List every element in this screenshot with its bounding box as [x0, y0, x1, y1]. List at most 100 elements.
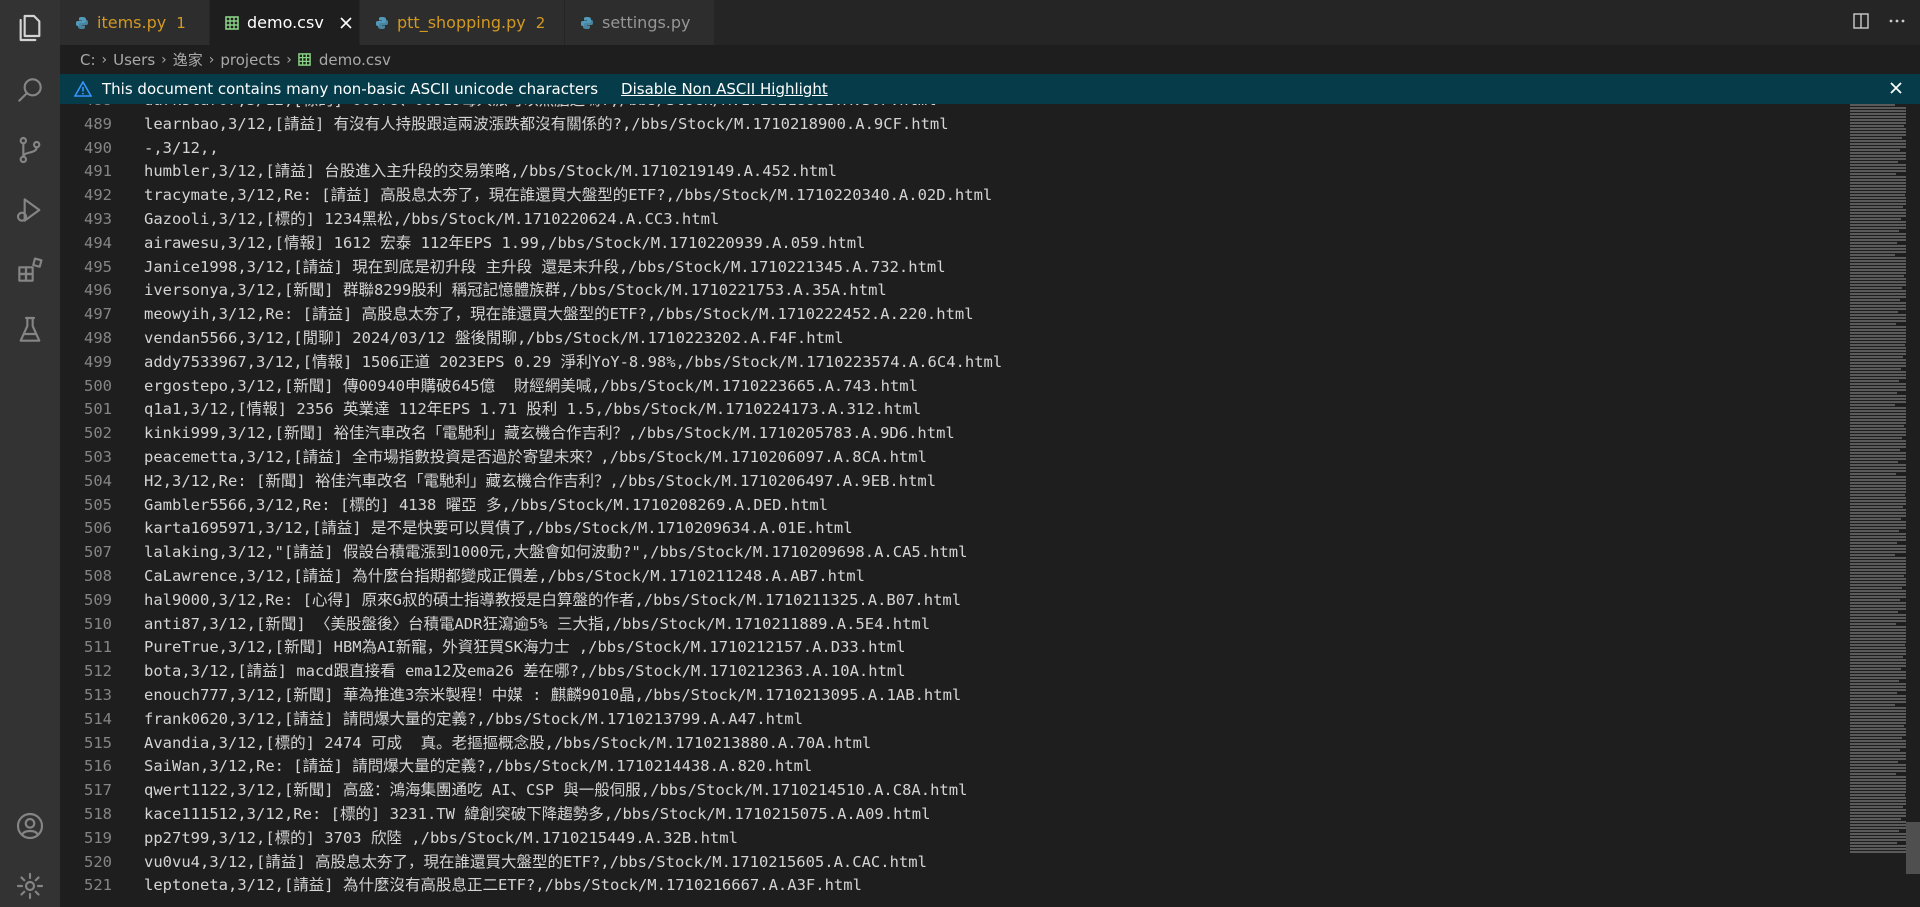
- minimap-line: [1850, 701, 1908, 703]
- minimap-line: [1850, 380, 1899, 382]
- line-text[interactable]: kace111512,3/12,Re: [標的] 3231.TW 緯創突破下降趨…: [144, 803, 930, 827]
- line-text[interactable]: Gazooli,3/12,[標的] 1234黑松,/bbs/Stock/M.17…: [144, 208, 719, 232]
- line-text[interactable]: hal9000,3/12,Re: [心得] 原來G叔的碩士指導教授是白算盤的作者…: [144, 589, 961, 613]
- line-text[interactable]: bota,3/12,[請益] macd跟直接看 ema12及ema26 差在哪?…: [144, 660, 906, 684]
- line-text[interactable]: q1a1,3/12,[情報] 2356 英業達 112年EPS 1.71 股利 …: [144, 398, 921, 422]
- code-editor[interactable]: 488 darkstar07,3/12,[標的] 00878、00919每人派可以…: [60, 104, 1920, 907]
- explorer-icon[interactable]: [12, 10, 48, 46]
- code-line[interactable]: 504 H2,3/12,Re: [新聞] 裕佳汽車改名「電馳利」藏玄機合作吉利？,…: [60, 470, 1780, 494]
- code-line[interactable]: 499 addy7533967,3/12,[情報] 1506正道 2023EPS …: [60, 351, 1780, 375]
- code-line[interactable]: 500 ergostepo,3/12,[新聞] 傳00940申購破645億 財經網…: [60, 375, 1780, 399]
- close-tab-icon[interactable]: [338, 15, 354, 31]
- code-line[interactable]: 514 frank0620,3/12,[請益] 請問爆大量的定義?,/bbs/St…: [60, 708, 1780, 732]
- line-text[interactable]: enouch777,3/12,[新聞] 華為推進3奈米製程！中媒 : 麒麟901…: [144, 684, 961, 708]
- line-text[interactable]: SaiWan,3/12,Re: [請益] 請問爆大量的定義?,/bbs/Stoc…: [144, 755, 812, 779]
- line-text[interactable]: anti87,3/12,[新聞] 〈美股盤後〉台積電ADR狂瀉逾5% 三大指,/…: [144, 613, 930, 637]
- line-text[interactable]: vendan5566,3/12,[閒聊] 2024/03/12 盤後閒聊,/bb…: [144, 327, 844, 351]
- code-line[interactable]: 494 airawesu,3/12,[情報] 1612 宏泰 112年EPS 1.…: [60, 232, 1780, 256]
- code-line[interactable]: 497 meowyih,3/12,Re: [請益] 高股息太夯了，現在誰還買大盤型…: [60, 303, 1780, 327]
- code-line[interactable]: 501 q1a1,3/12,[情報] 2356 英業達 112年EPS 1.71 …: [60, 398, 1780, 422]
- code-line[interactable]: 503 peacemetta,3/12,[請益] 全市場指數投資是否過於寄望未來？…: [60, 446, 1780, 470]
- code-line[interactable]: 519 pp27t99,3/12,[標的] 3703 欣陸 ,/bbs/Stock…: [60, 827, 1780, 851]
- source-control-icon[interactable]: [12, 132, 48, 168]
- line-text[interactable]: H2,3/12,Re: [新聞] 裕佳汽車改名「電馳利」藏玄機合作吉利？,/bb…: [144, 470, 936, 494]
- code-line[interactable]: 505 Gambler5566,3/12,Re: [標的] 4138 曜亞 多,/…: [60, 494, 1780, 518]
- tab-items-py[interactable]: items.py 1: [60, 0, 210, 45]
- code-line[interactable]: 520 vu0vu4,3/12,[請益] 高股息太夯了，現在誰還買大盤型的ETF?…: [60, 851, 1780, 875]
- breadcrumb-file[interactable]: demo.csv: [319, 51, 391, 69]
- line-text[interactable]: qwert1122,3/12,[新聞] 高盛：鴻海集團通吃 AI、CSP 與一般…: [144, 779, 967, 803]
- disable-highlight-link[interactable]: Disable Non ASCII Highlight: [621, 80, 828, 98]
- code-line[interactable]: 496 iversonya,3/12,[新聞] 群聯8299股利 稱冠記憶體族群,…: [60, 279, 1780, 303]
- scrollbar-thumb[interactable]: [1906, 822, 1920, 874]
- search-icon[interactable]: [12, 72, 48, 108]
- line-number: 490: [84, 138, 112, 157]
- line-text[interactable]: humbler,3/12,[請益] 台股進入主升段的交易策略,/bbs/Stoc…: [144, 160, 837, 184]
- account-icon[interactable]: [12, 808, 48, 844]
- code-line[interactable]: 490 -,3/12,,: [60, 137, 1780, 161]
- line-text[interactable]: lalaking,3/12,"[請益] 假設台積電漲到1000元,大盤會如何波動…: [144, 541, 967, 565]
- line-text[interactable]: addy7533967,3/12,[情報] 1506正道 2023EPS 0.2…: [144, 351, 1002, 375]
- line-text[interactable]: Gambler5566,3/12,Re: [標的] 4138 曜亞 多,/bbs…: [144, 494, 828, 518]
- line-text[interactable]: tracymate,3/12,Re: [請益] 高股息太夯了，現在誰還買大盤型的…: [144, 184, 992, 208]
- code-line[interactable]: 517 qwert1122,3/12,[新聞] 高盛：鴻海集團通吃 AI、CSP …: [60, 779, 1780, 803]
- extensions-icon[interactable]: [12, 252, 48, 288]
- code-line[interactable]: 509 hal9000,3/12,Re: [心得] 原來G叔的碩士指導教授是白算盤…: [60, 589, 1780, 613]
- code-line[interactable]: 492 tracymate,3/12,Re: [請益] 高股息太夯了，現在誰還買大…: [60, 184, 1780, 208]
- code-line[interactable]: 507 lalaking,3/12,"[請益] 假設台積電漲到1000元,大盤會如…: [60, 541, 1780, 565]
- minimap-line: [1850, 692, 1897, 694]
- line-text[interactable]: pp27t99,3/12,[標的] 3703 欣陸 ,/bbs/Stock/M.…: [144, 827, 738, 851]
- line-text[interactable]: peacemetta,3/12,[請益] 全市場指數投資是否過於寄望未來？,/b…: [144, 446, 927, 470]
- code-line[interactable]: 502 kinki999,3/12,[新聞] 裕佳汽車改名「電馳利」藏玄機合作吉利…: [60, 422, 1780, 446]
- code-line[interactable]: 506 karta1695971,3/12,[請益] 是不是快要可以買債了,/bb…: [60, 517, 1780, 541]
- tab-demo-csv[interactable]: demo.csv: [210, 0, 360, 45]
- code-line[interactable]: 516 SaiWan,3/12,Re: [請益] 請問爆大量的定義?,/bbs/S…: [60, 755, 1780, 779]
- line-text[interactable]: frank0620,3/12,[請益] 請問爆大量的定義?,/bbs/Stock…: [144, 708, 803, 732]
- tab-ptt-shopping-py[interactable]: ptt_shopping.py 2: [360, 0, 565, 45]
- code-line[interactable]: 511 PureTrue,3/12,[新聞] HBM為AI新寵，外資狂買SK海力士…: [60, 636, 1780, 660]
- line-text[interactable]: learnbao,3/12,[請益] 有沒有人持股跟這兩波漲跌都沒有關係的?,/…: [144, 113, 949, 137]
- code-line[interactable]: 521 leptoneta,3/12,[請益] 為什麼沒有高股息正二ETF?,/b…: [60, 874, 1780, 898]
- minimap-line: [1850, 782, 1907, 784]
- line-text[interactable]: PureTrue,3/12,[新聞] HBM為AI新寵，外資狂買SK海力士 ,/…: [144, 636, 905, 660]
- line-text[interactable]: darkstar07,3/12,[標的] 00878、00919每人派可以無腦進…: [144, 104, 937, 113]
- more-actions-icon[interactable]: [1888, 12, 1906, 34]
- code-line[interactable]: 495 Janice1998,3/12,[請益] 現在到底是初升段 主升段 還是末…: [60, 256, 1780, 280]
- line-text[interactable]: Janice1998,3/12,[請益] 現在到底是初升段 主升段 還是末升段,…: [144, 256, 946, 280]
- vertical-scrollbar[interactable]: [1906, 104, 1920, 907]
- line-text[interactable]: airawesu,3/12,[情報] 1612 宏泰 112年EPS 1.99,…: [144, 232, 865, 256]
- code-line[interactable]: 488 darkstar07,3/12,[標的] 00878、00919每人派可以…: [60, 104, 1780, 113]
- line-text[interactable]: CaLawrence,3/12,[請益] 為什麼台指期都變成正價差,/bbs/S…: [144, 565, 865, 589]
- run-debug-icon[interactable]: [12, 192, 48, 228]
- breadcrumb-folder[interactable]: projects: [220, 51, 280, 69]
- breadcrumb-users[interactable]: Users: [113, 51, 155, 69]
- line-text[interactable]: leptoneta,3/12,[請益] 為什麼沒有高股息正二ETF?,/bbs/…: [144, 874, 862, 898]
- code-line[interactable]: 489 learnbao,3/12,[請益] 有沒有人持股跟這兩波漲跌都沒有關係的…: [60, 113, 1780, 137]
- testing-icon[interactable]: [12, 312, 48, 348]
- code-line[interactable]: 513 enouch777,3/12,[新聞] 華為推進3奈米製程！中媒 : 麒麟…: [60, 684, 1780, 708]
- line-text[interactable]: vu0vu4,3/12,[請益] 高股息太夯了，現在誰還買大盤型的ETF?,/b…: [144, 851, 927, 875]
- settings-gear-icon[interactable]: [12, 868, 48, 904]
- close-banner-icon[interactable]: [1888, 80, 1904, 100]
- breadcrumb-user[interactable]: 逸家: [173, 49, 203, 70]
- minimap-line: [1850, 737, 1902, 739]
- split-editor-icon[interactable]: [1852, 12, 1870, 34]
- code-line[interactable]: 515 Avandia,3/12,[標的] 2474 可成 真。老摳摳概念股,/b…: [60, 732, 1780, 756]
- minimap-line: [1850, 551, 1908, 553]
- code-line[interactable]: 512 bota,3/12,[請益] macd跟直接看 ema12及ema26 差…: [60, 660, 1780, 684]
- line-text[interactable]: kinki999,3/12,[新聞] 裕佳汽車改名「電馳利」藏玄機合作吉利？,/…: [144, 422, 955, 446]
- line-text[interactable]: -,3/12,,: [144, 137, 219, 161]
- code-line[interactable]: 493 Gazooli,3/12,[標的] 1234黑松,/bbs/Stock/M…: [60, 208, 1780, 232]
- line-text[interactable]: iversonya,3/12,[新聞] 群聯8299股利 稱冠記憶體族群,/bb…: [144, 279, 887, 303]
- breadcrumb-drive[interactable]: C:: [80, 51, 96, 69]
- code-line[interactable]: 491 humbler,3/12,[請益] 台股進入主升段的交易策略,/bbs/S…: [60, 160, 1780, 184]
- line-text[interactable]: meowyih,3/12,Re: [請益] 高股息太夯了，現在誰還買大盤型的ET…: [144, 303, 974, 327]
- tab-settings-py[interactable]: settings.py: [565, 0, 715, 45]
- code-line[interactable]: 498 vendan5566,3/12,[閒聊] 2024/03/12 盤後閒聊,…: [60, 327, 1780, 351]
- line-text[interactable]: Avandia,3/12,[標的] 2474 可成 真。老摳摳概念股,/bbs/…: [144, 732, 871, 756]
- line-text[interactable]: karta1695971,3/12,[請益] 是不是快要可以買債了,/bbs/S…: [144, 517, 853, 541]
- code-line[interactable]: 510 anti87,3/12,[新聞] 〈美股盤後〉台積電ADR狂瀉逾5% 三大…: [60, 613, 1780, 637]
- line-text[interactable]: ergostepo,3/12,[新聞] 傳00940申購破645億 財經網美喊,…: [144, 375, 918, 399]
- code-line[interactable]: 508 CaLawrence,3/12,[請益] 為什麼台指期都變成正價差,/bb…: [60, 565, 1780, 589]
- code-line[interactable]: 518 kace111512,3/12,Re: [標的] 3231.TW 緯創突破…: [60, 803, 1780, 827]
